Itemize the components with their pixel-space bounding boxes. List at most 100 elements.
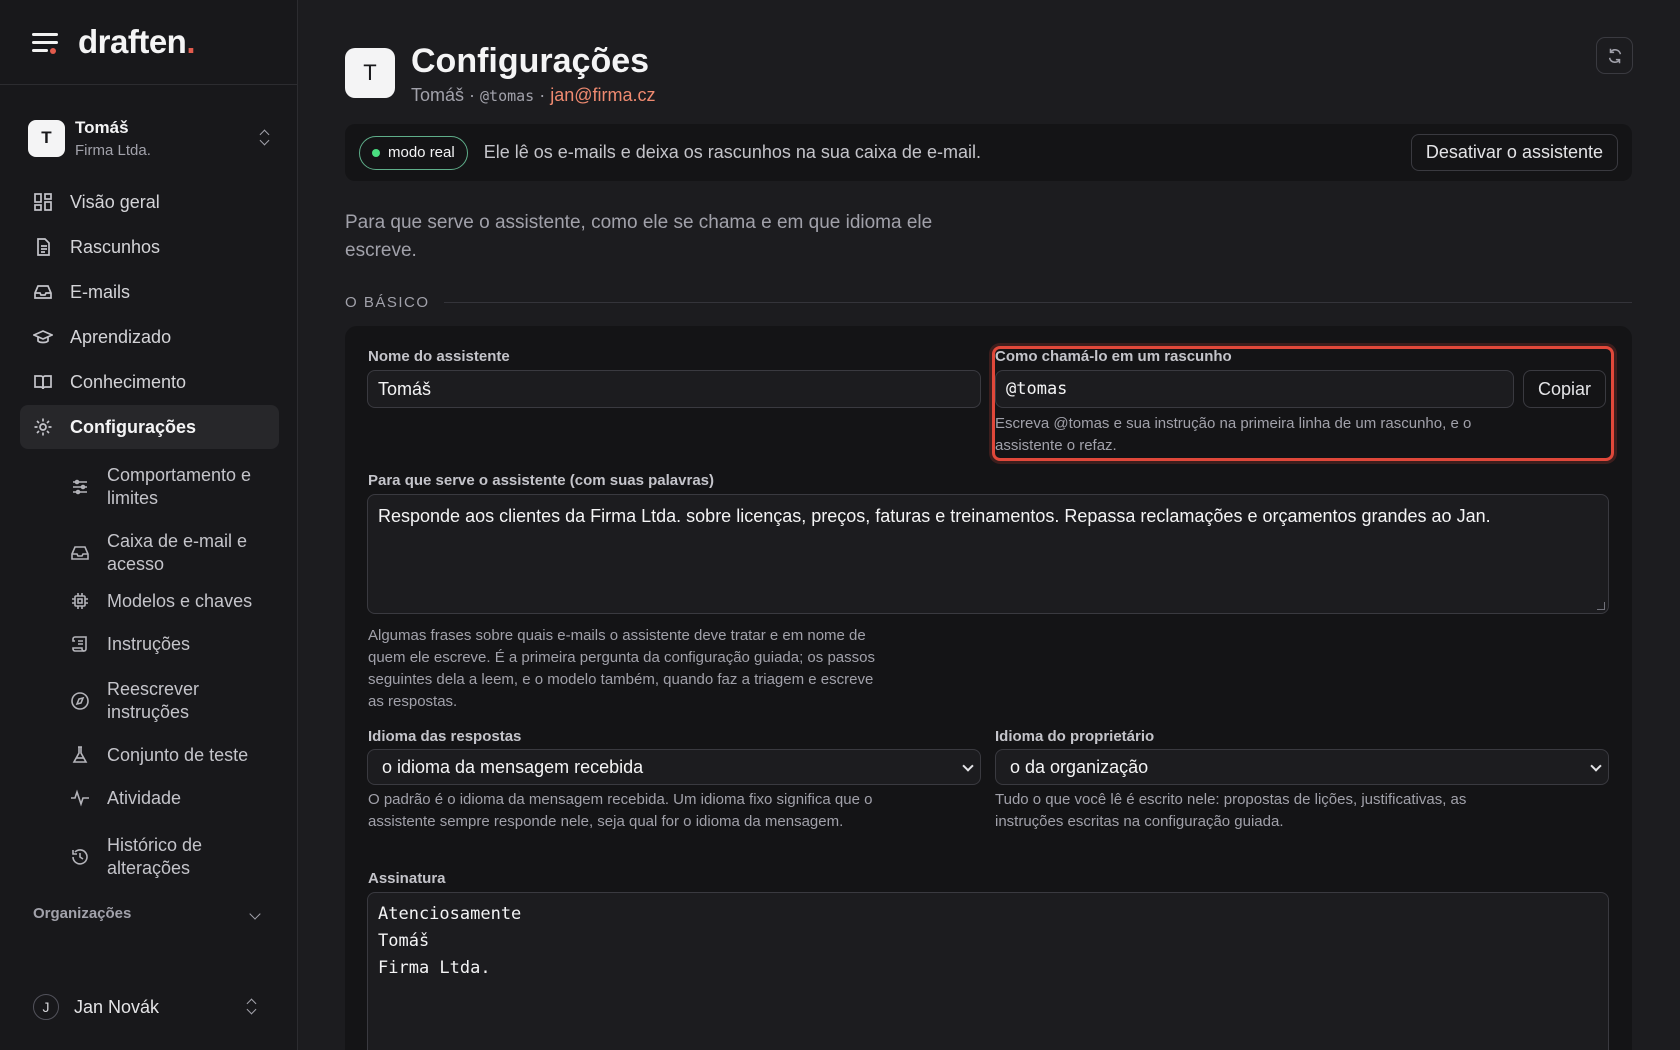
subnav-item-history[interactable]: Histórico de alterações (70, 835, 279, 879)
basics-card: Nome do assistente Tomáš Como chamá-lo e… (345, 326, 1632, 1050)
chevron-updown-icon (258, 128, 272, 148)
reply-language-help: O padrão é o idioma da mensagem recebida… (368, 791, 873, 830)
gear-icon (33, 417, 53, 437)
sidebar: draften. T Tomáš Firma Ltda. Visão geral… (0, 0, 298, 1050)
owner-language-select[interactable]: o da organização (995, 749, 1609, 785)
sidebar-item-emails[interactable]: E-mails (20, 270, 279, 314)
resize-handle-icon[interactable] (1597, 602, 1605, 610)
graduation-cap-icon (31, 327, 55, 347)
assistant-handle: @tomas (480, 87, 535, 105)
subnav-item-test-set[interactable]: Conjunto de teste (70, 733, 279, 777)
purpose-textarea[interactable]: Responde aos clientes da Firma Ltda. sob… (367, 494, 1609, 614)
handle-label: Como chamá-lo em um rascunho (995, 348, 1232, 365)
chevron-down-icon (1590, 760, 1602, 772)
owner-language-value: o da organização (1010, 756, 1149, 777)
signature-line: Atenciosamente (378, 904, 522, 924)
chevron-updown-icon (245, 997, 259, 1017)
scroll-icon (70, 634, 90, 654)
page-title: Configurações (411, 42, 650, 80)
subnav-item-activity[interactable]: Atividade (70, 777, 279, 819)
subnav-item-models[interactable]: Modelos e chaves (70, 579, 279, 623)
organizations-label: Organizações (33, 905, 132, 922)
book-icon (33, 372, 53, 392)
section-title: O BÁSICO (345, 294, 430, 311)
status-badge-label: modo real (388, 144, 455, 161)
chevron-down-icon (249, 907, 261, 920)
sidebar-item-knowledge[interactable]: Conhecimento (20, 360, 279, 404)
main-content: T Configurações Tomáš · @tomas · jan@fir… (298, 0, 1680, 1050)
logo[interactable]: draften. (78, 23, 195, 61)
section-heading: O BÁSICO (345, 294, 1632, 311)
subnav-item-label: Caixa de e-mail e acesso (107, 531, 248, 574)
sidebar-item-label: Configurações (70, 416, 197, 437)
reply-language-value: o idioma da mensagem recebida (382, 756, 644, 777)
signature-label: Assinatura (368, 870, 446, 887)
settings-subnav: Comportamento e limites Caixa de e-mail … (20, 465, 279, 879)
subnav-item-label: Histórico de alterações (107, 835, 203, 878)
workspace-avatar: T (28, 119, 65, 157)
sidebar-item-overview[interactable]: Visão geral (20, 180, 279, 224)
purpose-text: Responde aos clientes da Firma Ltda. sob… (378, 506, 1491, 526)
user-menu[interactable]: J Jan Novák (33, 994, 263, 1020)
brand-bar: draften. (0, 0, 297, 85)
page-meta: Tomáš · @tomas · jan@firma.cz (411, 85, 656, 106)
owner-email-link[interactable]: jan@firma.cz (550, 85, 655, 105)
subnav-item-label: Modelos e chaves (107, 590, 253, 611)
handle-help: Escreva @tomas e sua instrução na primei… (995, 415, 1472, 454)
chip-icon (70, 591, 90, 611)
menu-icon[interactable] (32, 31, 58, 54)
page-header: T Configurações Tomáš · @tomas · jan@fir… (345, 41, 656, 106)
owner-language-label: Idioma do proprietário (995, 728, 1155, 745)
reply-language-label: Idioma das respostas (368, 728, 522, 745)
user-avatar: J (33, 994, 59, 1020)
purpose-help: Algumas frases sobre quais e-mails o ass… (368, 627, 875, 710)
refresh-button[interactable] (1596, 37, 1633, 74)
subnav-item-behavior[interactable]: Comportamento e limites (70, 465, 279, 509)
handle-input[interactable]: @tomas (995, 370, 1514, 408)
inbox-icon (70, 543, 90, 563)
owner-language-help: Tudo o que você lê é escrito nele: propo… (995, 791, 1467, 830)
chevron-down-icon (962, 760, 974, 772)
subnav-item-label: Comportamento e limites (107, 465, 252, 508)
user-name: Jan Novák (74, 996, 160, 1017)
sidebar-item-drafts[interactable]: Rascunhos (20, 225, 279, 269)
sidebar-item-settings[interactable]: Configurações (20, 405, 279, 449)
name-label: Nome do assistente (368, 348, 510, 365)
assistant-avatar: T (345, 48, 395, 98)
assistant-name-input[interactable]: Tomáš (367, 370, 981, 408)
separator: · (534, 85, 551, 105)
sidebar-item-learning[interactable]: Aprendizado (20, 315, 279, 359)
deactivate-assistant-button[interactable]: Desativar o assistente (1410, 134, 1618, 171)
refresh-icon (1608, 48, 1621, 63)
subnav-item-rewrite[interactable]: Reescrever instruções (70, 679, 279, 723)
sidebar-item-label: E-mails (70, 281, 131, 302)
sliders-icon (70, 477, 90, 497)
subnav-item-label: Instruções (107, 633, 191, 654)
inbox-icon (33, 282, 53, 302)
sidebar-item-label: Rascunhos (70, 236, 161, 257)
signature-line: Firma Ltda. (378, 958, 491, 978)
status-badge: modo real (359, 135, 468, 170)
purpose-label: Para que serve o assistente (com suas pa… (368, 472, 715, 489)
compass-icon (70, 691, 90, 711)
organizations-toggle[interactable]: Organizações (33, 905, 263, 922)
history-icon (70, 847, 90, 867)
signature-textarea[interactable]: Atenciosamente Tomáš Firma Ltda. (367, 892, 1609, 1050)
divider (443, 302, 1632, 303)
subnav-item-label: Conjunto de teste (107, 744, 249, 765)
document-icon (33, 237, 53, 257)
mode-banner: modo real Ele lê os e-mails e deixa os r… (345, 124, 1632, 181)
signature-line: Tomáš (378, 931, 430, 951)
copy-button[interactable]: Copiar (1523, 370, 1607, 408)
sidebar-item-label: Aprendizado (70, 326, 172, 347)
banner-text: Ele lê os e-mails e deixa os rascunhos n… (483, 142, 981, 162)
workspace-name: Tomáš (75, 117, 129, 137)
separator: · (464, 85, 481, 105)
subnav-item-mailbox[interactable]: Caixa de e-mail e acesso (70, 531, 279, 575)
subnav-item-label: Reescrever instruções (107, 679, 200, 722)
subnav-item-instructions[interactable]: Instruções (70, 623, 279, 665)
workspace-switcher[interactable]: T Tomáš Firma Ltda. (28, 112, 276, 164)
sidebar-nav: Visão geral Rascunhos E-mails Aprendizad… (20, 180, 279, 879)
flask-icon (70, 745, 90, 765)
reply-language-select[interactable]: o idioma da mensagem recebida (367, 749, 981, 785)
